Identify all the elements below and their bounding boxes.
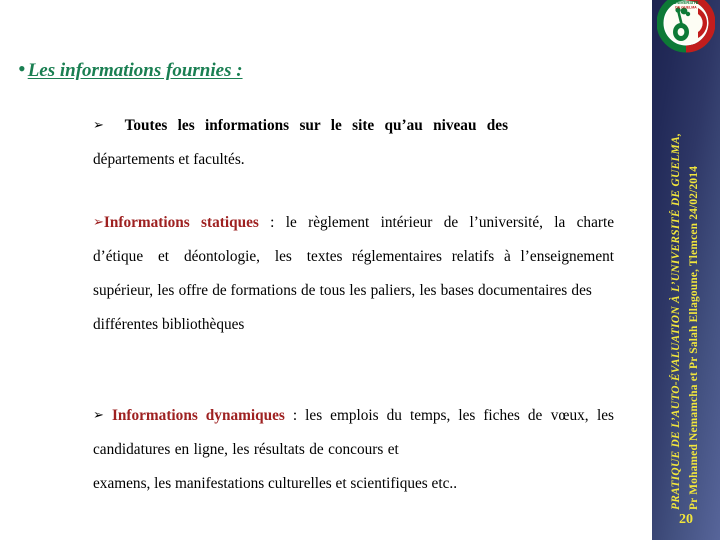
svg-text:DE GUELMA: DE GUELMA bbox=[675, 6, 697, 10]
block-3-line-1-rest: : les emplois du temps, les fiches bbox=[284, 407, 520, 424]
svg-text:GUELMA: GUELMA bbox=[670, 45, 685, 49]
arrow-bullet-icon: ➢ bbox=[93, 118, 104, 133]
block-1-line-1: Toutes les informations sur le site qu’a… bbox=[124, 117, 509, 134]
sidebar-authors-text: Pr Mohamed Nemamcha et Pr Salah Ellagoun… bbox=[688, 165, 700, 510]
block-2-line-5: différentes bibliothèques bbox=[93, 316, 245, 333]
slide-content-area: • Les informations fournies : ➢ Toutes l… bbox=[0, 0, 652, 540]
block-2-lead-label: Informations statiques bbox=[103, 214, 259, 231]
page-title-text: Les informations fournies : bbox=[27, 60, 243, 81]
slide-canvas: • Les informations fournies : ➢ Toutes l… bbox=[0, 0, 720, 540]
slide-sidebar: UNIVERSITE DE GUELMA GUELMA PRATIQUE DE … bbox=[652, 0, 720, 540]
bullet-block-toutes-les-informations: ➢ Toutes les informations sur le site qu… bbox=[93, 109, 614, 177]
block-2-line-4: formations de tous les paliers, les base… bbox=[230, 282, 592, 299]
arrow-bullet-icon: ➢ bbox=[93, 408, 104, 423]
block-3-lead-label: Informations dynamiques bbox=[111, 407, 285, 424]
block-1-line-2: départements et facultés. bbox=[93, 151, 245, 168]
bullet-block-informations-statiques: ➢Informations statiques : le règlement i… bbox=[93, 206, 614, 342]
page-number: 20 bbox=[679, 512, 693, 527]
block-2-line-1-rest: : le règlement intérieur de bbox=[258, 214, 459, 231]
arrow-bullet-icon: ➢ bbox=[93, 215, 104, 230]
block-3-line-3: examens, les manifestations culturelles … bbox=[93, 475, 458, 492]
bullet-icon: • bbox=[18, 56, 26, 81]
svg-text:UNIVERSITE: UNIVERSITE bbox=[673, 0, 698, 5]
university-emblem-logo: UNIVERSITE DE GUELMA GUELMA bbox=[657, 0, 715, 53]
page-title: • Les informations fournies : bbox=[18, 58, 243, 82]
bullet-block-informations-dynamiques: ➢ Informations dynamiques : les emplois … bbox=[93, 399, 614, 501]
sidebar-title-text: PRATIQUE DE L’AUTO-ÉVALUATION À L’UNIVER… bbox=[670, 132, 682, 510]
